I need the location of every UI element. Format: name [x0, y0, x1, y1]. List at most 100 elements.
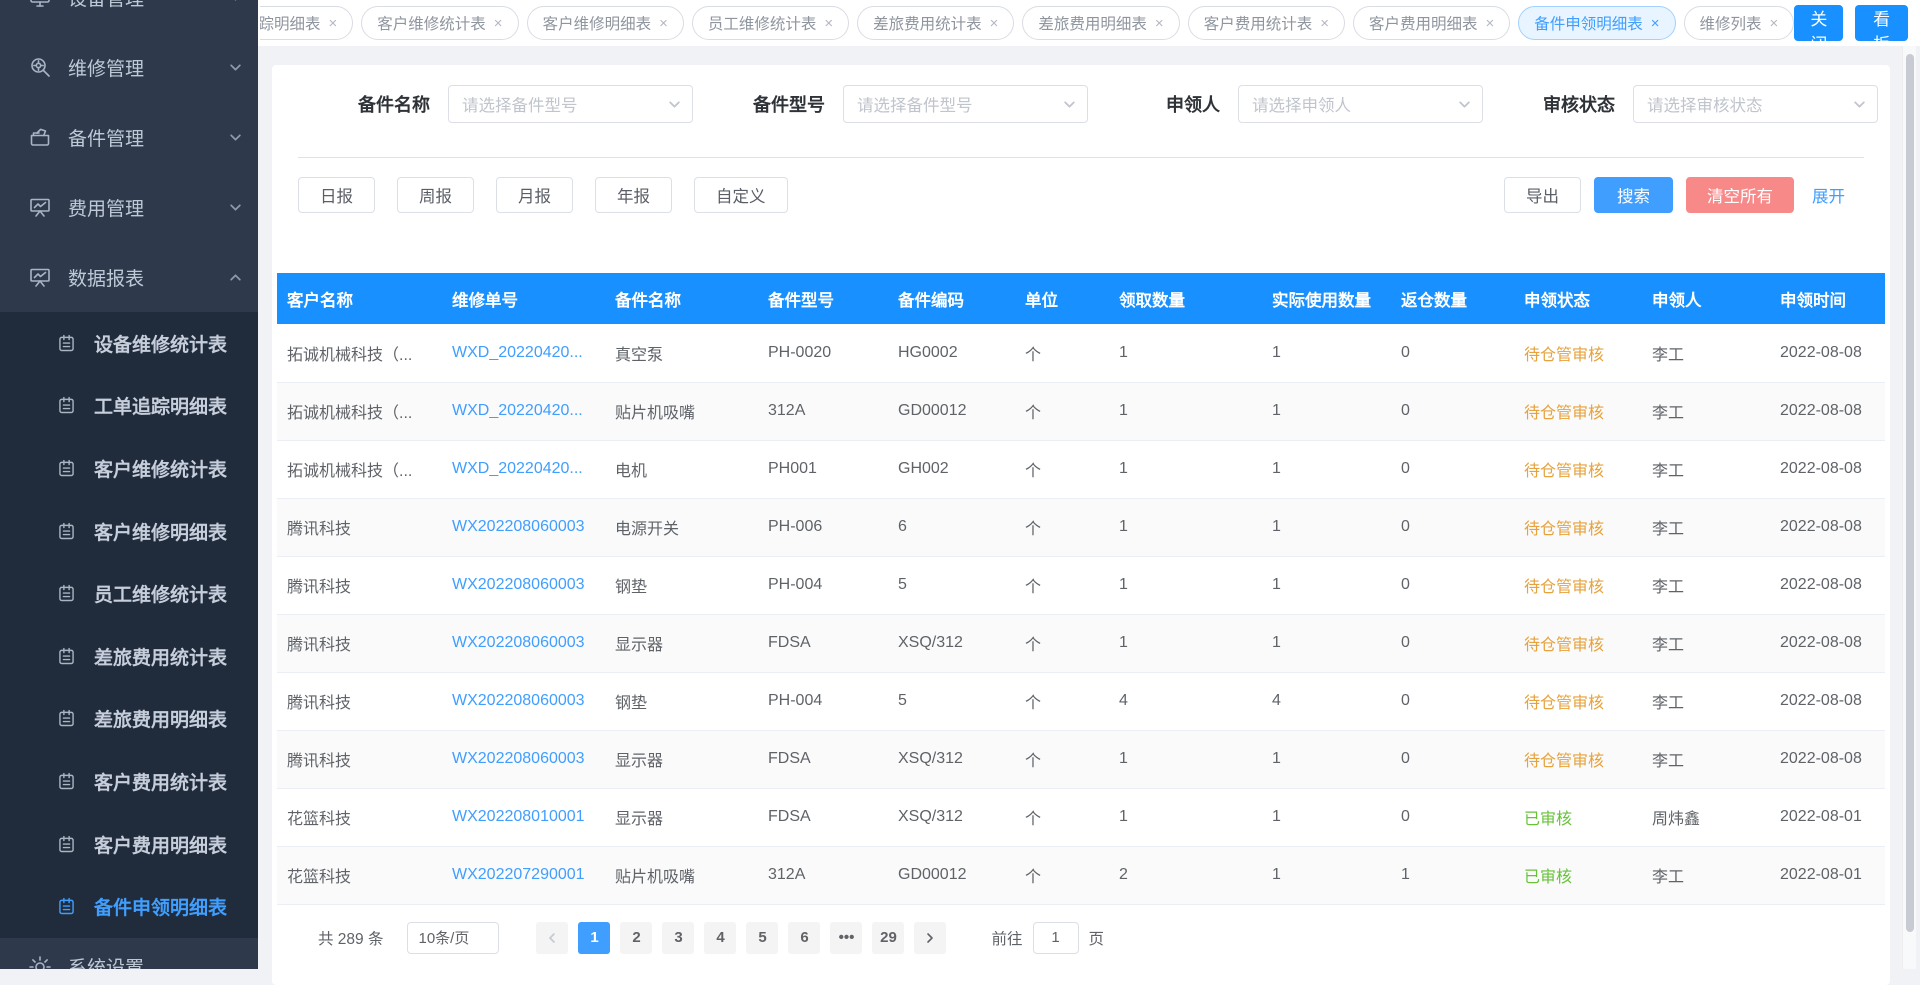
scrollbar-thumb[interactable]: [1906, 54, 1914, 932]
export-button[interactable]: 导出: [1504, 177, 1581, 213]
sidebar-item-employee-repair-stats[interactable]: 员工维修统计表: [0, 562, 258, 625]
cell-apply-date: 2022-08-08: [1770, 730, 1885, 788]
sidebar-item-expense-management[interactable]: 费用管理: [0, 172, 258, 242]
weekly-report-button[interactable]: 周报: [397, 177, 474, 213]
page-button-3[interactable]: 3: [662, 922, 694, 954]
board-display-button[interactable]: 看板展示: [1855, 5, 1908, 41]
cell-qty-returned: 0: [1391, 324, 1514, 382]
tab-travel-expense-detail[interactable]: 差旅费用明细表×: [1022, 6, 1179, 40]
table-row: 腾讯科技WX202208060003显示器FDSAXSQ/312个110待仓管审…: [277, 730, 1885, 788]
tab-customer-repair-detail[interactable]: 客户维修明细表×: [527, 6, 684, 40]
close-icon[interactable]: ×: [659, 16, 668, 31]
clear-all-button[interactable]: 清空所有: [1686, 177, 1794, 213]
cell-order-no[interactable]: WX202208060003: [442, 498, 605, 556]
close-icon[interactable]: ×: [1770, 16, 1779, 31]
cell-status: 待仓管审核: [1514, 382, 1642, 440]
tab-repair-list[interactable]: 维修列表×: [1684, 6, 1795, 40]
page-button-29[interactable]: 29: [872, 922, 904, 954]
pager: 123456 ••• 29: [531, 922, 951, 954]
close-icon[interactable]: ×: [1485, 16, 1494, 31]
page-size-select[interactable]: 10条/页: [407, 922, 499, 954]
cell-order-no[interactable]: WXD_20220420...: [442, 324, 605, 382]
page-button-4[interactable]: 4: [704, 922, 736, 954]
expand-toggle[interactable]: 展开: [1812, 183, 1864, 207]
page-button-2[interactable]: 2: [620, 922, 652, 954]
sidebar-item-device-management[interactable]: 设备管理: [0, 0, 258, 32]
cell-order-no[interactable]: WX202208060003: [442, 672, 605, 730]
cell-order-no[interactable]: WXD_20220420...: [442, 382, 605, 440]
device-icon: [28, 0, 52, 9]
next-page-button[interactable]: [914, 922, 946, 954]
page-button-6[interactable]: 6: [788, 922, 820, 954]
tab-customer-repair-stats[interactable]: 客户维修统计表×: [361, 6, 518, 40]
sidebar-item-system-settings[interactable]: 系统设置: [0, 938, 258, 969]
close-icon[interactable]: ×: [1320, 16, 1329, 31]
page-button-1[interactable]: 1: [578, 922, 610, 954]
sidebar-item-travel-expense-stats[interactable]: 差旅费用统计表: [0, 625, 258, 688]
tab-travel-expense-stats[interactable]: 差旅费用统计表×: [857, 6, 1014, 40]
filter-applicant: 申领人请选择申领人: [1088, 85, 1483, 123]
sidebar-item-customer-expense-detail[interactable]: 客户费用明细表: [0, 813, 258, 876]
chevron-down-icon: [229, 201, 242, 214]
tab-work-order-tracking[interactable]: 工单追踪明细表×: [260, 6, 353, 40]
filter-label-part-model: 备件型号: [693, 91, 825, 117]
applicant-select[interactable]: 请选择申领人: [1238, 85, 1483, 123]
close-icon[interactable]: ×: [494, 16, 503, 31]
cell-customer: 花篮科技: [277, 788, 442, 846]
column-header: 实际使用数量: [1262, 273, 1391, 324]
sidebar-item-customer-repair-detail[interactable]: 客户维修明细表: [0, 500, 258, 563]
page-button-5[interactable]: 5: [746, 922, 778, 954]
close-icon[interactable]: ×: [329, 16, 338, 31]
cell-customer: 拓诚机械科技（...: [277, 440, 442, 498]
close-icon[interactable]: ×: [1651, 16, 1660, 31]
daily-report-button[interactable]: 日报: [298, 177, 375, 213]
cell-qty-used: 1: [1262, 730, 1391, 788]
cell-status: 待仓管审核: [1514, 556, 1642, 614]
cell-order-no[interactable]: WX202208060003: [442, 730, 605, 788]
cell-code: 5: [888, 556, 1015, 614]
cell-order-no[interactable]: WX202208060003: [442, 556, 605, 614]
sidebar-item-data-reports[interactable]: 数据报表: [0, 242, 258, 312]
tab-parts-application-detail[interactable]: 备件申领明细表 ×: [1518, 6, 1675, 40]
tab-label: 备件申领明细表: [1534, 12, 1643, 34]
sidebar-item-work-order-tracking[interactable]: 工单追踪明细表: [0, 375, 258, 438]
cell-apply-date: 2022-08-08: [1770, 440, 1885, 498]
search-button[interactable]: 搜索: [1594, 177, 1673, 213]
cell-code: GD00012: [888, 846, 1015, 904]
sidebar-item-customer-repair-stats[interactable]: 客户维修统计表: [0, 437, 258, 500]
part-model-select[interactable]: 请选择备件型号: [843, 85, 1088, 123]
close-button[interactable]: 关闭: [1794, 5, 1843, 41]
cell-order-no[interactable]: WX202207290001: [442, 846, 605, 904]
select-placeholder: 请选择备件型号: [857, 92, 973, 116]
sidebar-item-customer-expense-stats[interactable]: 客户费用统计表: [0, 750, 258, 813]
sidebar-item-travel-expense-detail[interactable]: 差旅费用明细表: [0, 688, 258, 751]
custom-report-button[interactable]: 自定义: [694, 177, 788, 213]
monthly-report-button[interactable]: 月报: [496, 177, 573, 213]
sidebar-item-parts-management[interactable]: 备件管理: [0, 102, 258, 172]
tab-employee-repair-stats[interactable]: 员工维修统计表×: [692, 6, 849, 40]
column-header: 领取数量: [1109, 273, 1262, 324]
cell-part-name: 贴片机吸嘴: [605, 846, 758, 904]
audit-status-select[interactable]: 请选择审核状态: [1633, 85, 1878, 123]
part-name-select[interactable]: 请选择备件型号: [448, 85, 693, 123]
expand-label: 展开: [1812, 183, 1845, 207]
tab-bar: 工单追踪明细表×客户维修统计表× 客户维修明细表×员工维修统计表×差旅费用统计表×…: [258, 0, 1920, 46]
close-icon[interactable]: ×: [824, 16, 833, 31]
sidebar-item-device-repair-stats[interactable]: 设备维修统计表: [0, 312, 258, 375]
vertical-scrollbar[interactable]: [1902, 46, 1916, 969]
tab-customer-expense-stats[interactable]: 客户费用统计表×: [1188, 6, 1345, 40]
cell-order-no[interactable]: WX202208060003: [442, 614, 605, 672]
yearly-report-button[interactable]: 年报: [595, 177, 672, 213]
more-pages-button[interactable]: •••: [830, 922, 862, 954]
cell-order-no[interactable]: WX202208010001: [442, 788, 605, 846]
goto-page-input[interactable]: [1033, 922, 1079, 954]
cell-code: XSQ/312: [888, 614, 1015, 672]
cell-order-no[interactable]: WXD_20220420...: [442, 440, 605, 498]
close-icon[interactable]: ×: [1155, 16, 1164, 31]
cell-qty-used: 1: [1262, 556, 1391, 614]
sidebar-item-repair-management[interactable]: 维修管理: [0, 32, 258, 102]
previous-page-button[interactable]: [536, 922, 568, 954]
sidebar-item-parts-application-detail[interactable]: 备件申领明细表: [0, 875, 258, 938]
close-icon[interactable]: ×: [990, 16, 999, 31]
tab-customer-expense-detail[interactable]: 客户费用明细表×: [1353, 6, 1510, 40]
